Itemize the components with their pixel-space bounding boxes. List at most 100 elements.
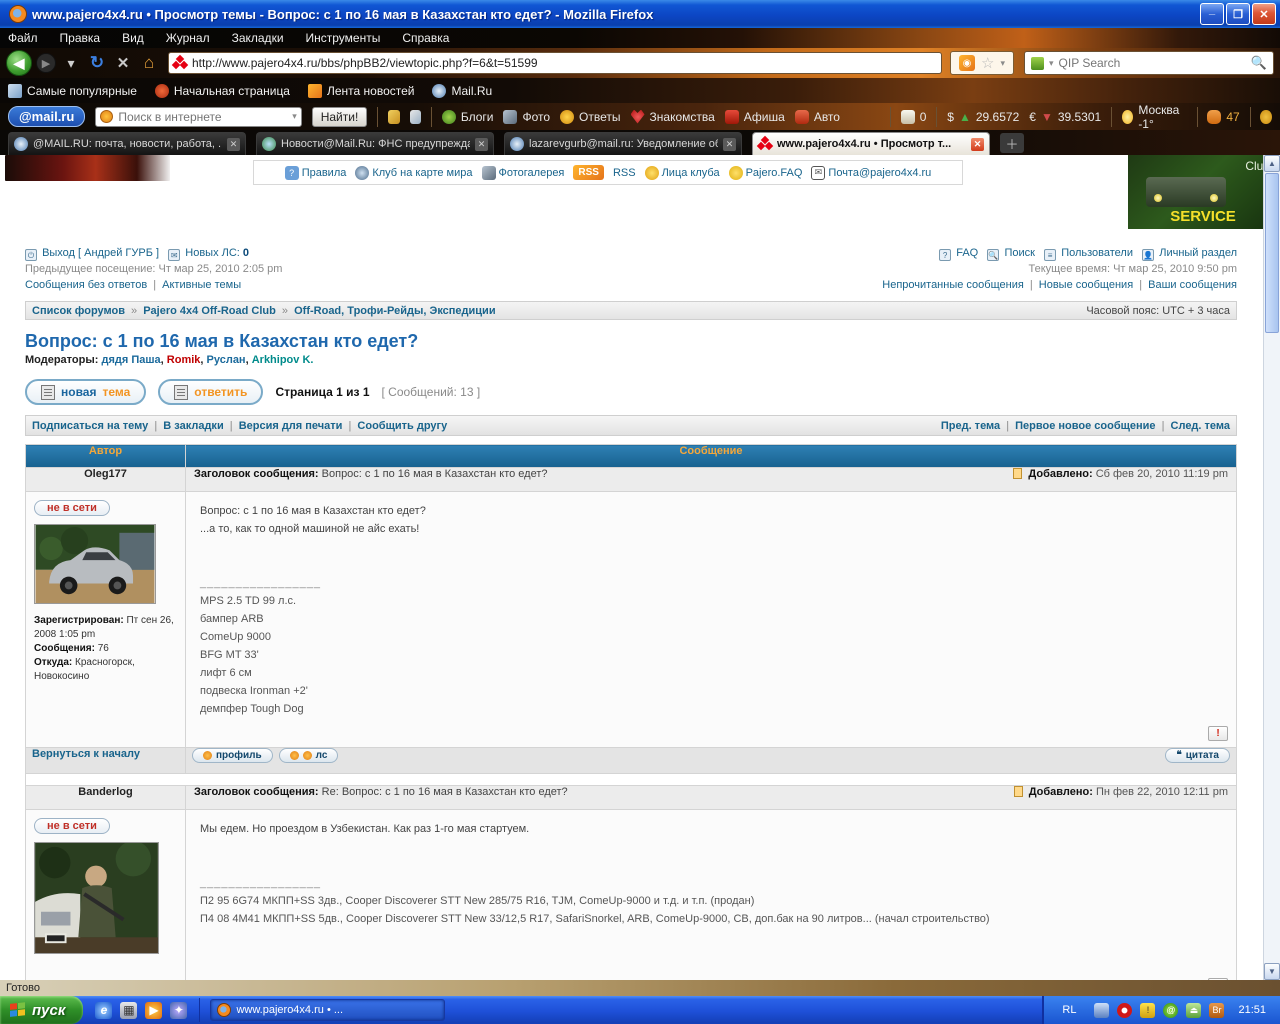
minimize-button[interactable] <box>1200 3 1224 25</box>
url-bar[interactable] <box>168 52 942 74</box>
tab-pajero-forum-active[interactable]: www.pajero4x4.ru • Просмотр т... ✕ <box>752 132 990 155</box>
desktop-icon[interactable]: ▦ <box>120 1002 137 1019</box>
menu-edit[interactable]: Правка <box>60 31 101 45</box>
topic-title[interactable]: Вопрос: с 1 по 16 мая в Казахстан кто ед… <box>25 331 418 352</box>
bookmark-mailru[interactable]: Mail.Ru <box>432 84 492 98</box>
breadcrumb-forum-index[interactable]: Список форумов <box>32 305 125 317</box>
link-unread[interactable]: Непрочитанные сообщения <box>882 279 1024 291</box>
mailru-mail-counter[interactable]: 0 <box>901 110 927 124</box>
moderator-link[interactable]: Руслан <box>207 354 246 366</box>
safely-remove-icon[interactable]: ⏏ <box>1186 1003 1201 1018</box>
back-button[interactable]: ◀ <box>6 50 32 76</box>
menu-file[interactable]: Файл <box>8 31 38 45</box>
tab-close-icon[interactable]: ✕ <box>475 138 488 151</box>
mailru-search-box[interactable]: ▾ <box>95 107 301 127</box>
next-topic-link[interactable]: След. тема <box>1171 420 1230 432</box>
mailru-link-auto[interactable]: Авто <box>795 110 840 124</box>
find-button[interactable]: Найти! <box>312 107 368 127</box>
messenger-icon[interactable]: ✦ <box>170 1002 187 1019</box>
link-rules[interactable]: ? Правила <box>285 166 347 180</box>
weather-widget[interactable]: Москва -1° <box>1122 103 1186 131</box>
menu-view[interactable]: Вид <box>122 31 144 45</box>
url-input[interactable] <box>192 56 937 70</box>
maximize-button[interactable] <box>1226 3 1250 25</box>
network-icon[interactable] <box>1094 1003 1109 1018</box>
breadcrumb-section[interactable]: Off-Road, Трофи-Рейды, Экспедиции <box>294 305 495 317</box>
record-icon[interactable] <box>1117 1003 1132 1018</box>
tab-mail-notification[interactable]: lazarevgurb@mail.ru: Уведомление об... ✕ <box>504 132 742 155</box>
br-tray-icon[interactable]: Br <box>1209 1003 1224 1018</box>
moderator-link[interactable]: Romik <box>167 354 201 366</box>
qip-engine-icon[interactable] <box>1031 57 1044 70</box>
post-subject-link[interactable]: Re: Вопрос: с 1 по 16 мая в Казахстан кт… <box>322 786 568 798</box>
print-view-link[interactable]: Версия для печати <box>239 420 343 432</box>
post-author[interactable]: Oleg177 <box>26 468 186 492</box>
mailru-link-photo[interactable]: Фото <box>503 110 550 124</box>
pencil-icon[interactable] <box>388 110 399 124</box>
previous-topic-link[interactable]: Пред. тема <box>941 420 1000 432</box>
report-post-button[interactable]: ! <box>1208 726 1228 741</box>
page-scrollbar[interactable]: ▲ ▼ <box>1263 155 1280 980</box>
bookmark-home-page[interactable]: Начальная страница <box>155 84 290 98</box>
link-unanswered[interactable]: Сообщения без ответов <box>25 279 147 291</box>
link-club-map[interactable]: Клуб на карте мира <box>355 166 472 180</box>
stop-button[interactable]: ✕ <box>112 54 134 72</box>
menu-help[interactable]: Справка <box>402 31 449 45</box>
qip-tray-icon[interactable]: @ <box>1163 1003 1178 1018</box>
gear-icon[interactable] <box>1260 110 1271 124</box>
search-magnifier-icon[interactable]: 🔍 <box>1251 55 1267 71</box>
link-new-posts[interactable]: Новые сообщения <box>1039 279 1133 291</box>
bookmark-topic-link[interactable]: В закладки <box>163 420 223 432</box>
scrollbar-thumb[interactable] <box>1265 173 1279 333</box>
menu-bookmarks[interactable]: Закладки <box>232 31 284 45</box>
bookmark-news-feed[interactable]: Лента новостей <box>308 84 415 98</box>
mailru-logo[interactable]: @mail.ru <box>8 106 85 127</box>
ie-icon[interactable]: e <box>95 1002 112 1019</box>
link-ucp[interactable]: Личный раздел <box>1159 247 1237 259</box>
email-friend-link[interactable]: Сообщить другу <box>357 420 447 432</box>
language-indicator[interactable]: RL <box>1052 1004 1086 1016</box>
menu-tools[interactable]: Инструменты <box>306 31 381 45</box>
link-members[interactable]: Пользователи <box>1061 247 1133 259</box>
link-your-posts[interactable]: Ваши сообщения <box>1148 279 1237 291</box>
menu-history[interactable]: Журнал <box>166 31 210 45</box>
mailru-link-afisha[interactable]: Афиша <box>725 110 785 124</box>
moderator-link[interactable]: Arkhipov K. <box>252 354 314 366</box>
warning-icon[interactable]: ! <box>1140 1003 1155 1018</box>
traffic-widget[interactable]: 47 <box>1207 110 1239 124</box>
home-button[interactable]: ⌂ <box>138 53 160 73</box>
logout-link[interactable]: Выход [ Андрей ГУРБ ] <box>42 247 159 259</box>
qip-search-box[interactable]: ▾ 🔍 <box>1024 51 1274 75</box>
link-photo-gallery[interactable]: Фотогалерея <box>482 166 565 180</box>
new-topic-button[interactable]: новая тема <box>25 379 146 405</box>
qip-search-input[interactable] <box>1059 56 1246 70</box>
taskbar-task-firefox[interactable]: www.pajero4x4.ru • ... <box>210 999 445 1021</box>
subscribe-link[interactable]: Подписаться на тему <box>32 420 148 432</box>
link-club-faces[interactable]: Лица клуба <box>645 166 720 180</box>
media-player-icon[interactable]: ▶ <box>145 1002 162 1019</box>
pm-button[interactable]: лс <box>279 748 339 763</box>
breadcrumb-club[interactable]: Pajero 4x4 Off-Road Club <box>143 305 276 317</box>
url-dropdown-icon[interactable]: ▾ <box>1000 58 1005 69</box>
mailru-link-dating[interactable]: Знакомства <box>631 110 715 124</box>
tab-close-icon[interactable]: ✕ <box>723 138 736 151</box>
forward-button[interactable]: ▶ <box>36 53 56 73</box>
start-button[interactable]: пуск <box>0 996 83 1024</box>
scroll-up-icon[interactable]: ▲ <box>1264 155 1280 172</box>
search-engine-dropdown-icon[interactable]: ▾ <box>1049 58 1054 69</box>
link-rss[interactable]: RSS <box>613 167 636 179</box>
post-subject-link[interactable]: Вопрос: с 1 по 16 мая в Казахстан кто ед… <box>322 468 548 480</box>
first-unread-link[interactable]: Первое новое сообщение <box>1015 420 1155 432</box>
usd-rate[interactable]: $ ▲ 29.6572 <box>947 110 1019 124</box>
link-faq[interactable]: FAQ <box>956 247 978 259</box>
tab-close-icon[interactable]: ✕ <box>971 138 984 151</box>
rss-feed-icon[interactable]: ◉ <box>959 55 975 71</box>
profile-button[interactable]: профиль <box>192 748 273 763</box>
moderator-link[interactable]: дядя Паша <box>101 354 160 366</box>
close-button[interactable] <box>1252 3 1276 25</box>
eur-rate[interactable]: € ▼ 39.5301 <box>1029 110 1101 124</box>
bookmark-most-popular[interactable]: Самые популярные <box>8 84 137 98</box>
tab-news[interactable]: Новости@Mail.Ru: ФНС предупрежда... ✕ <box>256 132 494 155</box>
mailru-link-answers[interactable]: Ответы <box>560 110 620 124</box>
tab-close-icon[interactable]: ✕ <box>227 138 240 151</box>
